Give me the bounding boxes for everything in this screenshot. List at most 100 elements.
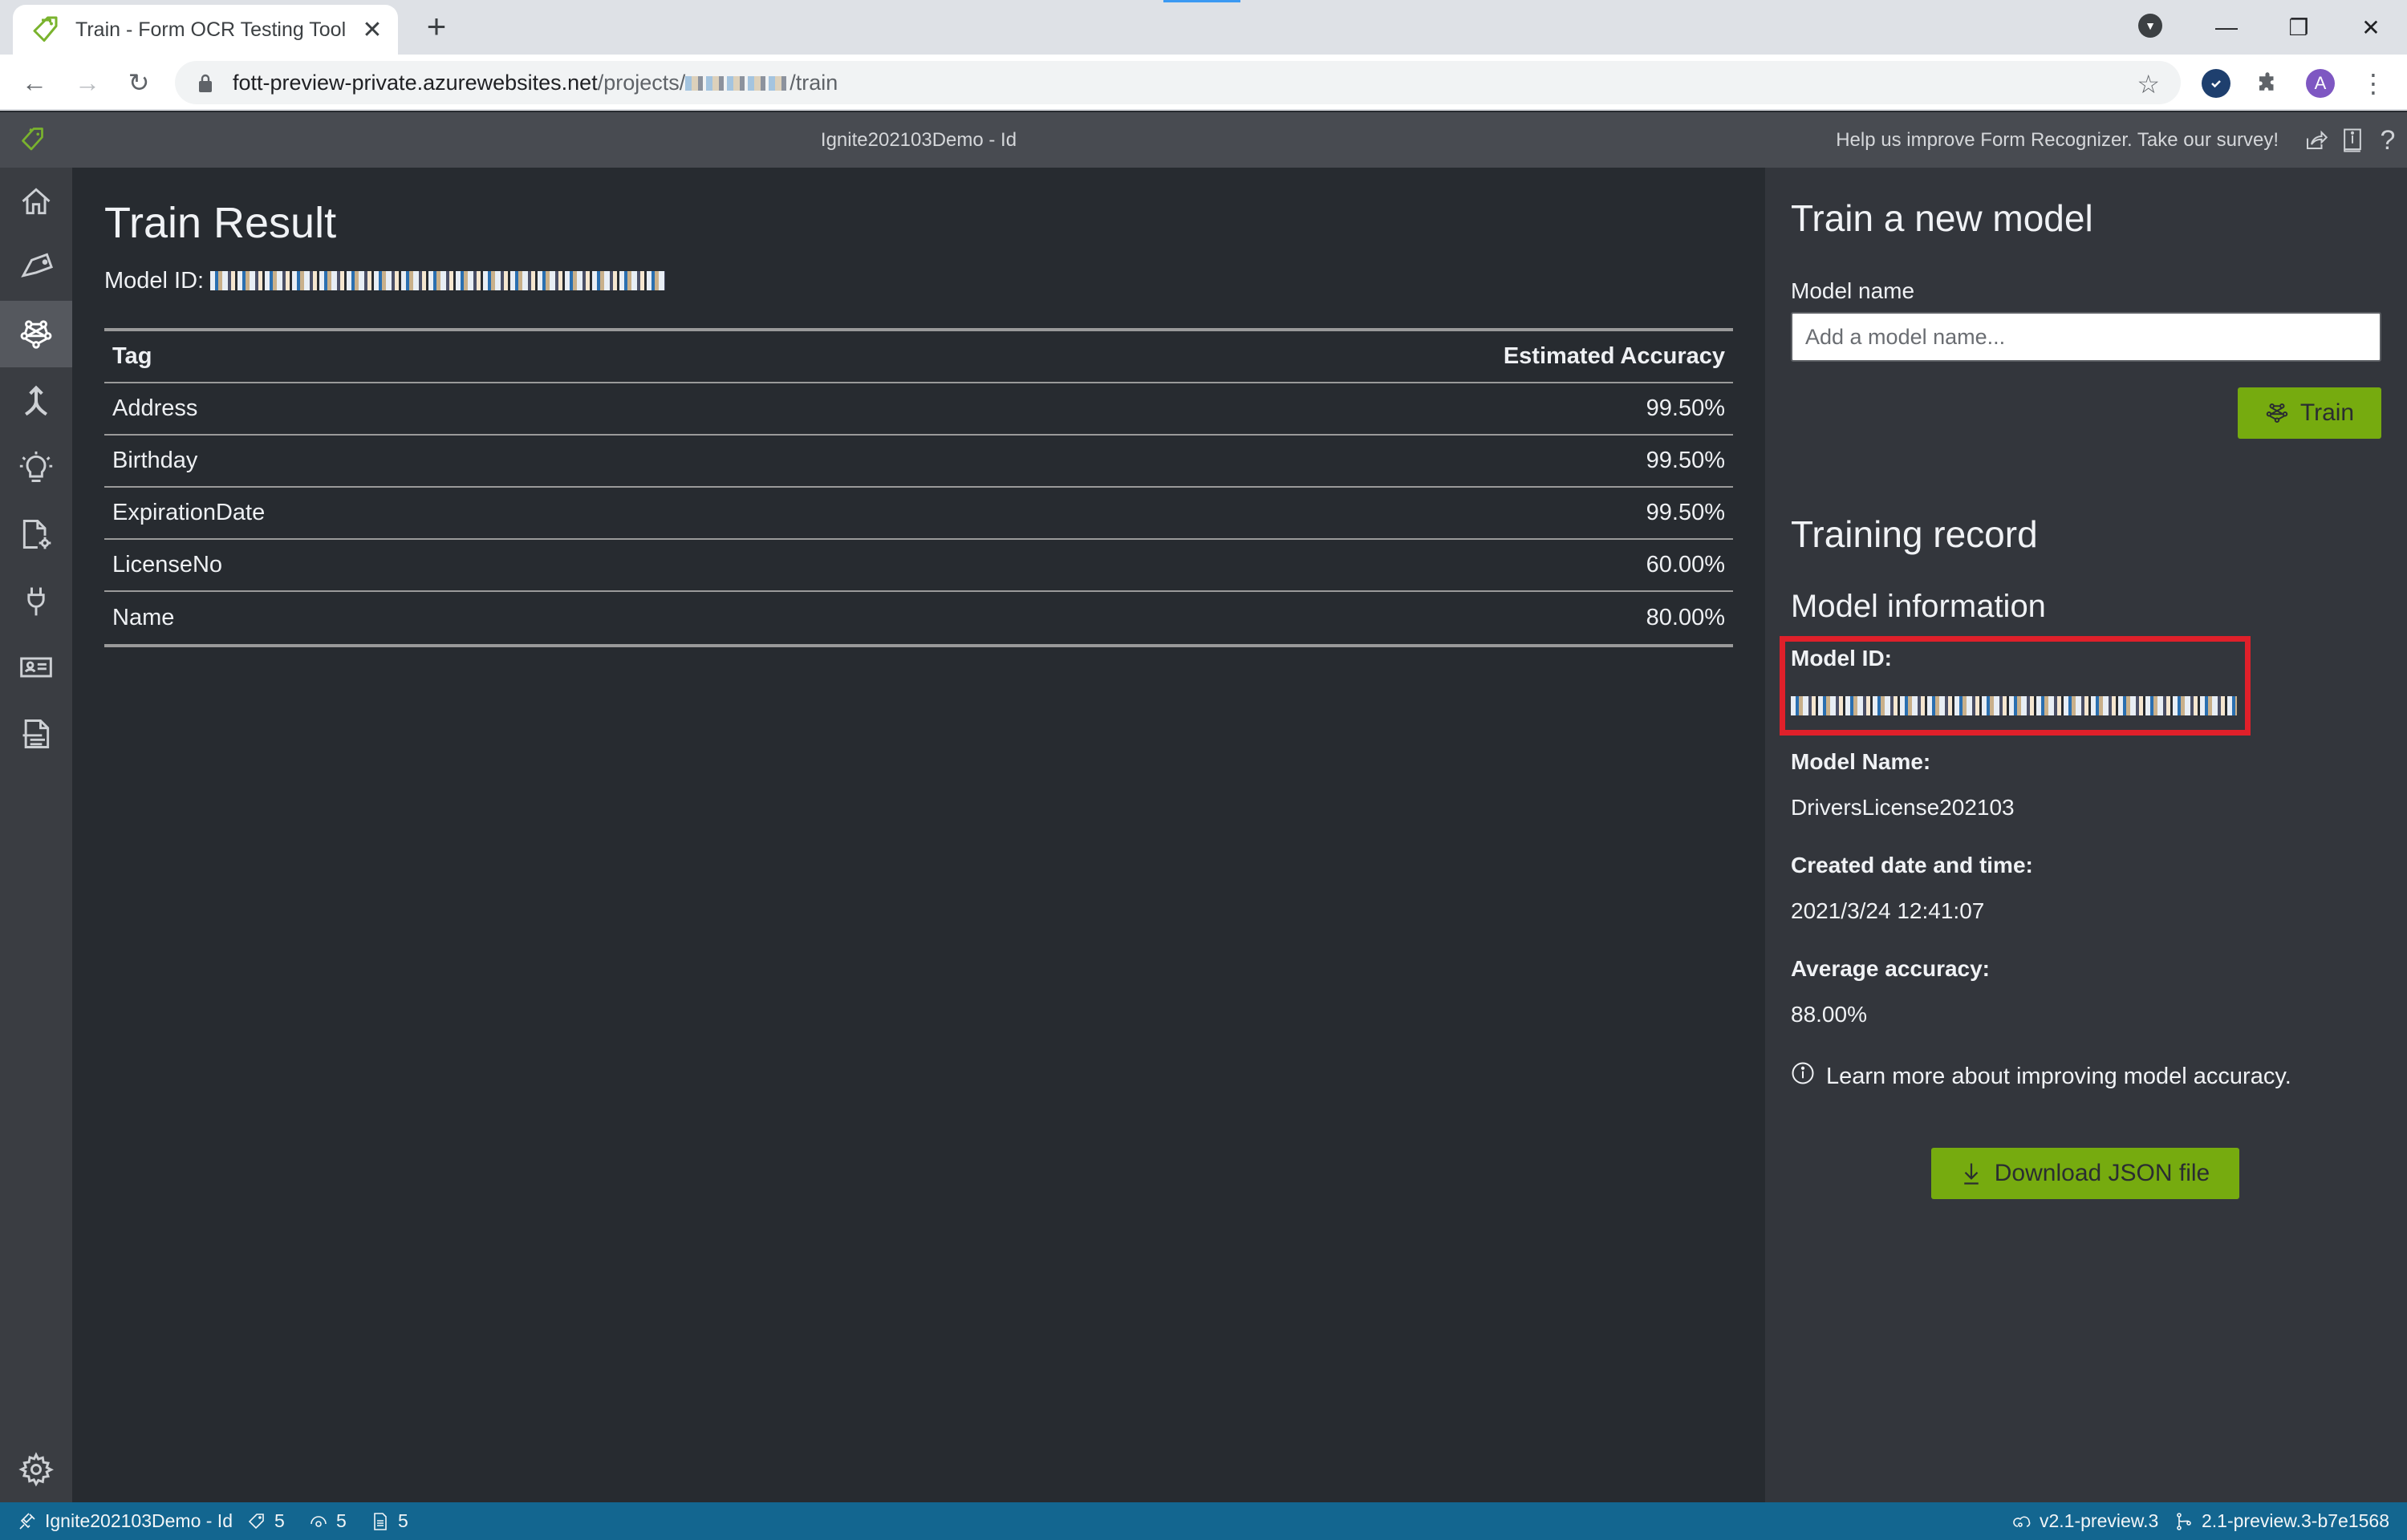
sidebar-item-home[interactable] [0,168,72,234]
tag-name: Address [112,395,198,421]
train-network-icon [2266,403,2288,424]
url-host: fott-preview-private.azurewebsites.net [233,70,598,95]
table-row: Birthday 99.50% [104,436,1733,488]
browser-toolbar: ← → ↻ fott-preview-private.azurewebsites… [0,55,2407,111]
browser-tab-active[interactable]: Train - Form OCR Testing Tool ✕ [13,5,398,55]
address-bar[interactable]: fott-preview-private.azurewebsites.net/p… [175,61,2181,104]
status-tag-count: 5 [247,1502,285,1540]
redacted-project-id [685,76,790,91]
tag-accuracy: 80.00% [1646,605,1725,630]
training-record-heading: Training record [1791,513,2038,555]
document-settings-icon [22,519,51,549]
header-tag: Tag [112,343,152,369]
status-project[interactable]: Ignite202103Demo - Id [18,1502,233,1540]
extensions-puzzle-icon[interactable] [2253,69,2282,98]
visited-count-value: 5 [336,1510,347,1531]
page-title: Train Result [104,199,337,247]
lightbulb-icon [19,451,53,482]
gear-icon [18,1451,54,1486]
model-id-value-redacted [210,271,666,290]
train-result-panel: Train Result Model ID: Tag Estimated Acc… [72,168,1765,1502]
sidebar-item-tags-editor[interactable] [0,234,72,301]
tag-name: LicenseNo [112,552,223,578]
sidebar-item-settings[interactable] [0,1436,72,1502]
forward-button[interactable]: → [69,64,106,101]
document-icon [374,1512,387,1530]
tab-title: Train - Form OCR Testing Tool [75,18,347,41]
help-icon[interactable]: ? [2373,125,2402,156]
download-icon [1964,1163,1979,1185]
info-book-icon[interactable] [2338,126,2367,155]
home-icon [22,187,51,214]
table-header-row: Tag Estimated Accuracy [104,331,1733,383]
table-row: LicenseNo 60.00% [104,540,1733,592]
sidebar [0,168,72,1502]
train-new-model-heading: Train a new model [1791,197,2093,239]
train-network-icon [20,319,52,349]
build-version-text: 2.1-preview.3-b7e1568 [2202,1510,2389,1531]
sidebar-item-read[interactable] [0,700,72,767]
survey-link[interactable]: Help us improve Form Recognizer. Take ou… [1836,112,2279,168]
eye-visited-icon [311,1515,327,1527]
profile-avatar[interactable]: A [2306,69,2335,98]
model-name-input[interactable] [1791,312,2381,362]
train-button[interactable]: Train [2238,387,2381,439]
share-icon[interactable] [2301,126,2330,155]
app-logo-tag-icon [22,128,43,151]
document-lines-icon [22,719,50,748]
sidebar-item-layout[interactable] [0,634,72,700]
sidebar-item-connections[interactable] [0,567,72,634]
tab-search-icon[interactable]: ▼ [2138,14,2162,38]
model-id-label: Model ID: [1791,646,1892,671]
sidebar-item-compose[interactable] [0,367,72,434]
table-row: Name 80.00% [104,592,1733,644]
header-estimated-accuracy: Estimated Accuracy [1503,343,1725,369]
browser-menu-icon[interactable]: ⋮ [2359,69,2388,98]
status-build-version: 2.1-preview.3-b7e1568 [2174,1502,2389,1540]
tag-count-value: 5 [274,1510,285,1531]
project-title: Ignite202103Demo - Id [820,129,1017,151]
tag-accuracy: 99.50% [1646,500,1725,525]
model-name-field-value: DriversLicense202103 [1791,795,2015,820]
close-window-button[interactable]: ✕ [2335,0,2407,55]
minimize-button[interactable]: — [2190,0,2263,55]
table-row: ExpirationDate 99.50% [104,488,1733,540]
model-name-field-label: Model Name: [1791,749,1931,774]
tag-icon [248,1513,264,1529]
download-json-button[interactable]: Download JSON file [1931,1148,2239,1199]
tag-accuracy-table: Tag Estimated Accuracy Address 99.50% Bi… [104,328,1733,647]
back-button[interactable]: ← [16,64,53,101]
app-header: Ignite202103Demo - Id Help us improve Fo… [0,112,2407,168]
average-accuracy-label: Average accuracy: [1791,956,1991,981]
sidebar-item-prebuilt[interactable] [0,500,72,567]
browser-tab-bar: Train - Form OCR Testing Tool ✕ + ▼ — ❐ … [0,0,2407,55]
contact-card-icon [20,657,52,677]
loading-indicator [1163,0,1240,2]
bookmark-star-icon[interactable]: ☆ [2137,69,2160,99]
merge-icon [25,385,47,415]
branch-icon [2177,1512,2191,1530]
learn-more-text: Learn more about improving model accurac… [1826,1064,2291,1089]
cloud-sync-icon [2013,1516,2031,1527]
tag-icon [21,253,53,278]
new-tab-button[interactable]: + [417,8,456,47]
model-id-value-redacted [1791,693,2237,719]
sidebar-item-analyze[interactable] [0,434,72,500]
train-side-panel: Train a new model Model name Train Train… [1765,168,2407,1502]
close-tab-icon[interactable]: ✕ [356,16,388,44]
lock-icon [199,74,212,92]
learn-more-link[interactable]: Learn more about improving model accurac… [1791,1062,2291,1090]
reload-button[interactable]: ↻ [120,64,157,101]
restore-button[interactable]: ❐ [2263,0,2335,55]
info-icon [1792,1062,1814,1084]
asset-count-value: 5 [398,1510,408,1531]
url-text: fott-preview-private.azurewebsites.net/p… [233,71,838,95]
sidebar-item-train[interactable] [0,301,72,367]
model-information-heading: Model information [1791,589,2046,624]
tag-accuracy: 60.00% [1646,552,1725,578]
created-date-value: 2021/3/24 12:41:07 [1791,898,1985,923]
api-version-text: v2.1-preview.3 [2040,1510,2159,1531]
plug-icon [27,587,45,615]
model-id-label: Model ID: [104,268,205,294]
extension-check-icon[interactable] [2202,69,2230,98]
